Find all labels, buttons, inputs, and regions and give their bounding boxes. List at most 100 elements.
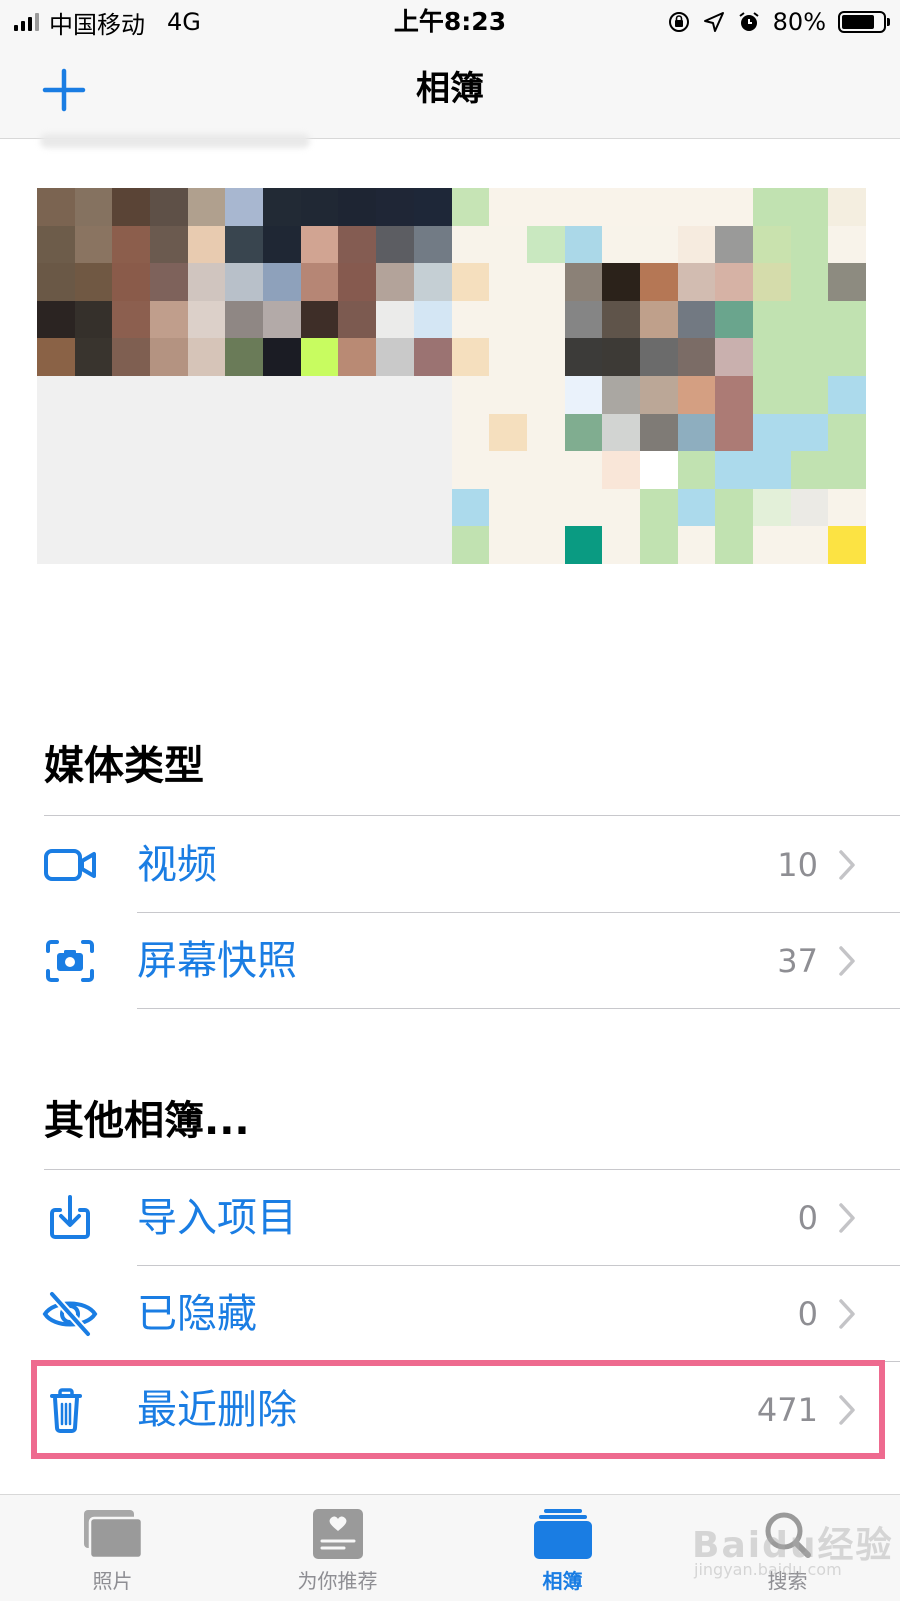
status-bar: 中国移动 4G 上午8:23 80% xyxy=(0,0,900,44)
mosaic-cell xyxy=(715,451,753,489)
mosaic-cell xyxy=(376,413,414,452)
mosaic-cell xyxy=(413,263,452,301)
mosaic-cell xyxy=(828,375,866,414)
mosaic-cell xyxy=(602,451,640,489)
mosaic-cell xyxy=(828,451,866,489)
row-screenshots[interactable]: 屏幕快照 37 xyxy=(0,913,900,1009)
mosaic-cell xyxy=(112,375,151,414)
mosaic-cell xyxy=(187,375,226,414)
mosaic-cell xyxy=(150,300,188,339)
battery-icon xyxy=(838,11,890,33)
mosaic-cell xyxy=(715,413,753,452)
mosaic-cell xyxy=(790,338,829,376)
mosaic-cell xyxy=(413,488,452,527)
mosaic-cell xyxy=(338,526,377,564)
mosaic-cell xyxy=(677,263,716,301)
mosaic-cell xyxy=(225,338,264,376)
location-icon xyxy=(703,12,724,32)
mosaic-cell xyxy=(639,488,678,527)
tab-albums[interactable]: 相簿 xyxy=(450,1495,675,1601)
mosaic-cell xyxy=(376,263,414,301)
mosaic-cell xyxy=(639,451,678,489)
mosaic-cell xyxy=(187,300,226,339)
nav-bar: 相簿 xyxy=(0,44,900,139)
mosaic-cell xyxy=(526,263,565,301)
mosaic-cell xyxy=(338,488,377,527)
mosaic-cell xyxy=(526,526,565,564)
mosaic-cell xyxy=(639,526,678,564)
mosaic-cell xyxy=(37,488,75,527)
mosaic-cell xyxy=(526,338,565,376)
mosaic-cell xyxy=(790,375,829,414)
mosaic-cell xyxy=(300,263,339,301)
mosaic-cell xyxy=(489,413,527,452)
mosaic-cell xyxy=(74,188,113,226)
mosaic-cell xyxy=(413,413,452,452)
mosaic-cell xyxy=(187,338,226,376)
mosaic-cell xyxy=(677,488,716,527)
screenshot-icon xyxy=(46,940,94,982)
mosaic-cell xyxy=(300,300,339,339)
tab-for-you[interactable]: 为你推荐 xyxy=(225,1495,450,1601)
mosaic-cell xyxy=(564,338,603,376)
mosaic-cell xyxy=(715,375,753,414)
chevron-right-icon xyxy=(839,1299,855,1329)
mosaic-cell xyxy=(451,225,490,264)
row-count: 10 xyxy=(777,846,818,884)
mosaic-cell xyxy=(376,526,414,564)
mosaic-cell xyxy=(413,451,452,489)
mosaic-cell xyxy=(300,526,339,564)
mosaic-cell xyxy=(187,413,226,452)
mosaic-cell xyxy=(225,263,264,301)
tab-photos[interactable]: 照片 xyxy=(0,1495,225,1601)
mosaic-cell xyxy=(451,375,490,414)
row-hidden[interactable]: 已隐藏 0 xyxy=(0,1266,900,1362)
mosaic-cell xyxy=(74,263,113,301)
mosaic-cell xyxy=(413,338,452,376)
mosaic-cell xyxy=(150,413,188,452)
row-imports[interactable]: 导入项目 0 xyxy=(0,1170,900,1266)
mosaic-cell xyxy=(37,300,75,339)
mosaic-cell xyxy=(225,413,264,452)
mosaic-cell xyxy=(376,451,414,489)
mosaic-cell xyxy=(300,188,339,226)
mosaic-cell xyxy=(338,451,377,489)
mosaic-cell xyxy=(451,488,490,527)
album-thumbnails-mosaic[interactable] xyxy=(37,188,866,564)
mosaic-cell xyxy=(225,488,264,527)
mosaic-cell xyxy=(338,375,377,414)
mosaic-cell xyxy=(526,225,565,264)
mosaic-cell xyxy=(677,526,716,564)
highlight-annotation-box xyxy=(31,1360,885,1459)
mosaic-cell xyxy=(187,526,226,564)
mosaic-cell xyxy=(526,300,565,339)
mosaic-cell xyxy=(74,413,113,452)
mosaic-cell xyxy=(338,263,377,301)
mosaic-cell xyxy=(715,338,753,376)
mosaic-cell xyxy=(602,488,640,527)
mosaic-cell xyxy=(300,413,339,452)
mosaic-cell xyxy=(150,375,188,414)
row-videos[interactable]: 视频 10 xyxy=(0,817,900,913)
mosaic-cell xyxy=(715,188,753,226)
mosaic-cell xyxy=(300,225,339,264)
mosaic-cell xyxy=(639,300,678,339)
mosaic-cell xyxy=(150,188,188,226)
mosaic-cell xyxy=(37,451,75,489)
mosaic-cell xyxy=(150,451,188,489)
mosaic-cell xyxy=(112,488,151,527)
mosaic-cell xyxy=(225,300,264,339)
mosaic-cell xyxy=(602,225,640,264)
mosaic-cell xyxy=(37,188,75,226)
mosaic-cell xyxy=(225,225,264,264)
mosaic-cell xyxy=(639,338,678,376)
mosaic-cell xyxy=(752,300,791,339)
mosaic-cell xyxy=(489,375,527,414)
mosaic-cell xyxy=(564,488,603,527)
mosaic-cell xyxy=(451,413,490,452)
row-count: 37 xyxy=(777,942,818,980)
mosaic-cell xyxy=(752,413,791,452)
mosaic-cell xyxy=(564,188,603,226)
mosaic-cell xyxy=(752,338,791,376)
page-title: 相簿 xyxy=(416,69,484,109)
